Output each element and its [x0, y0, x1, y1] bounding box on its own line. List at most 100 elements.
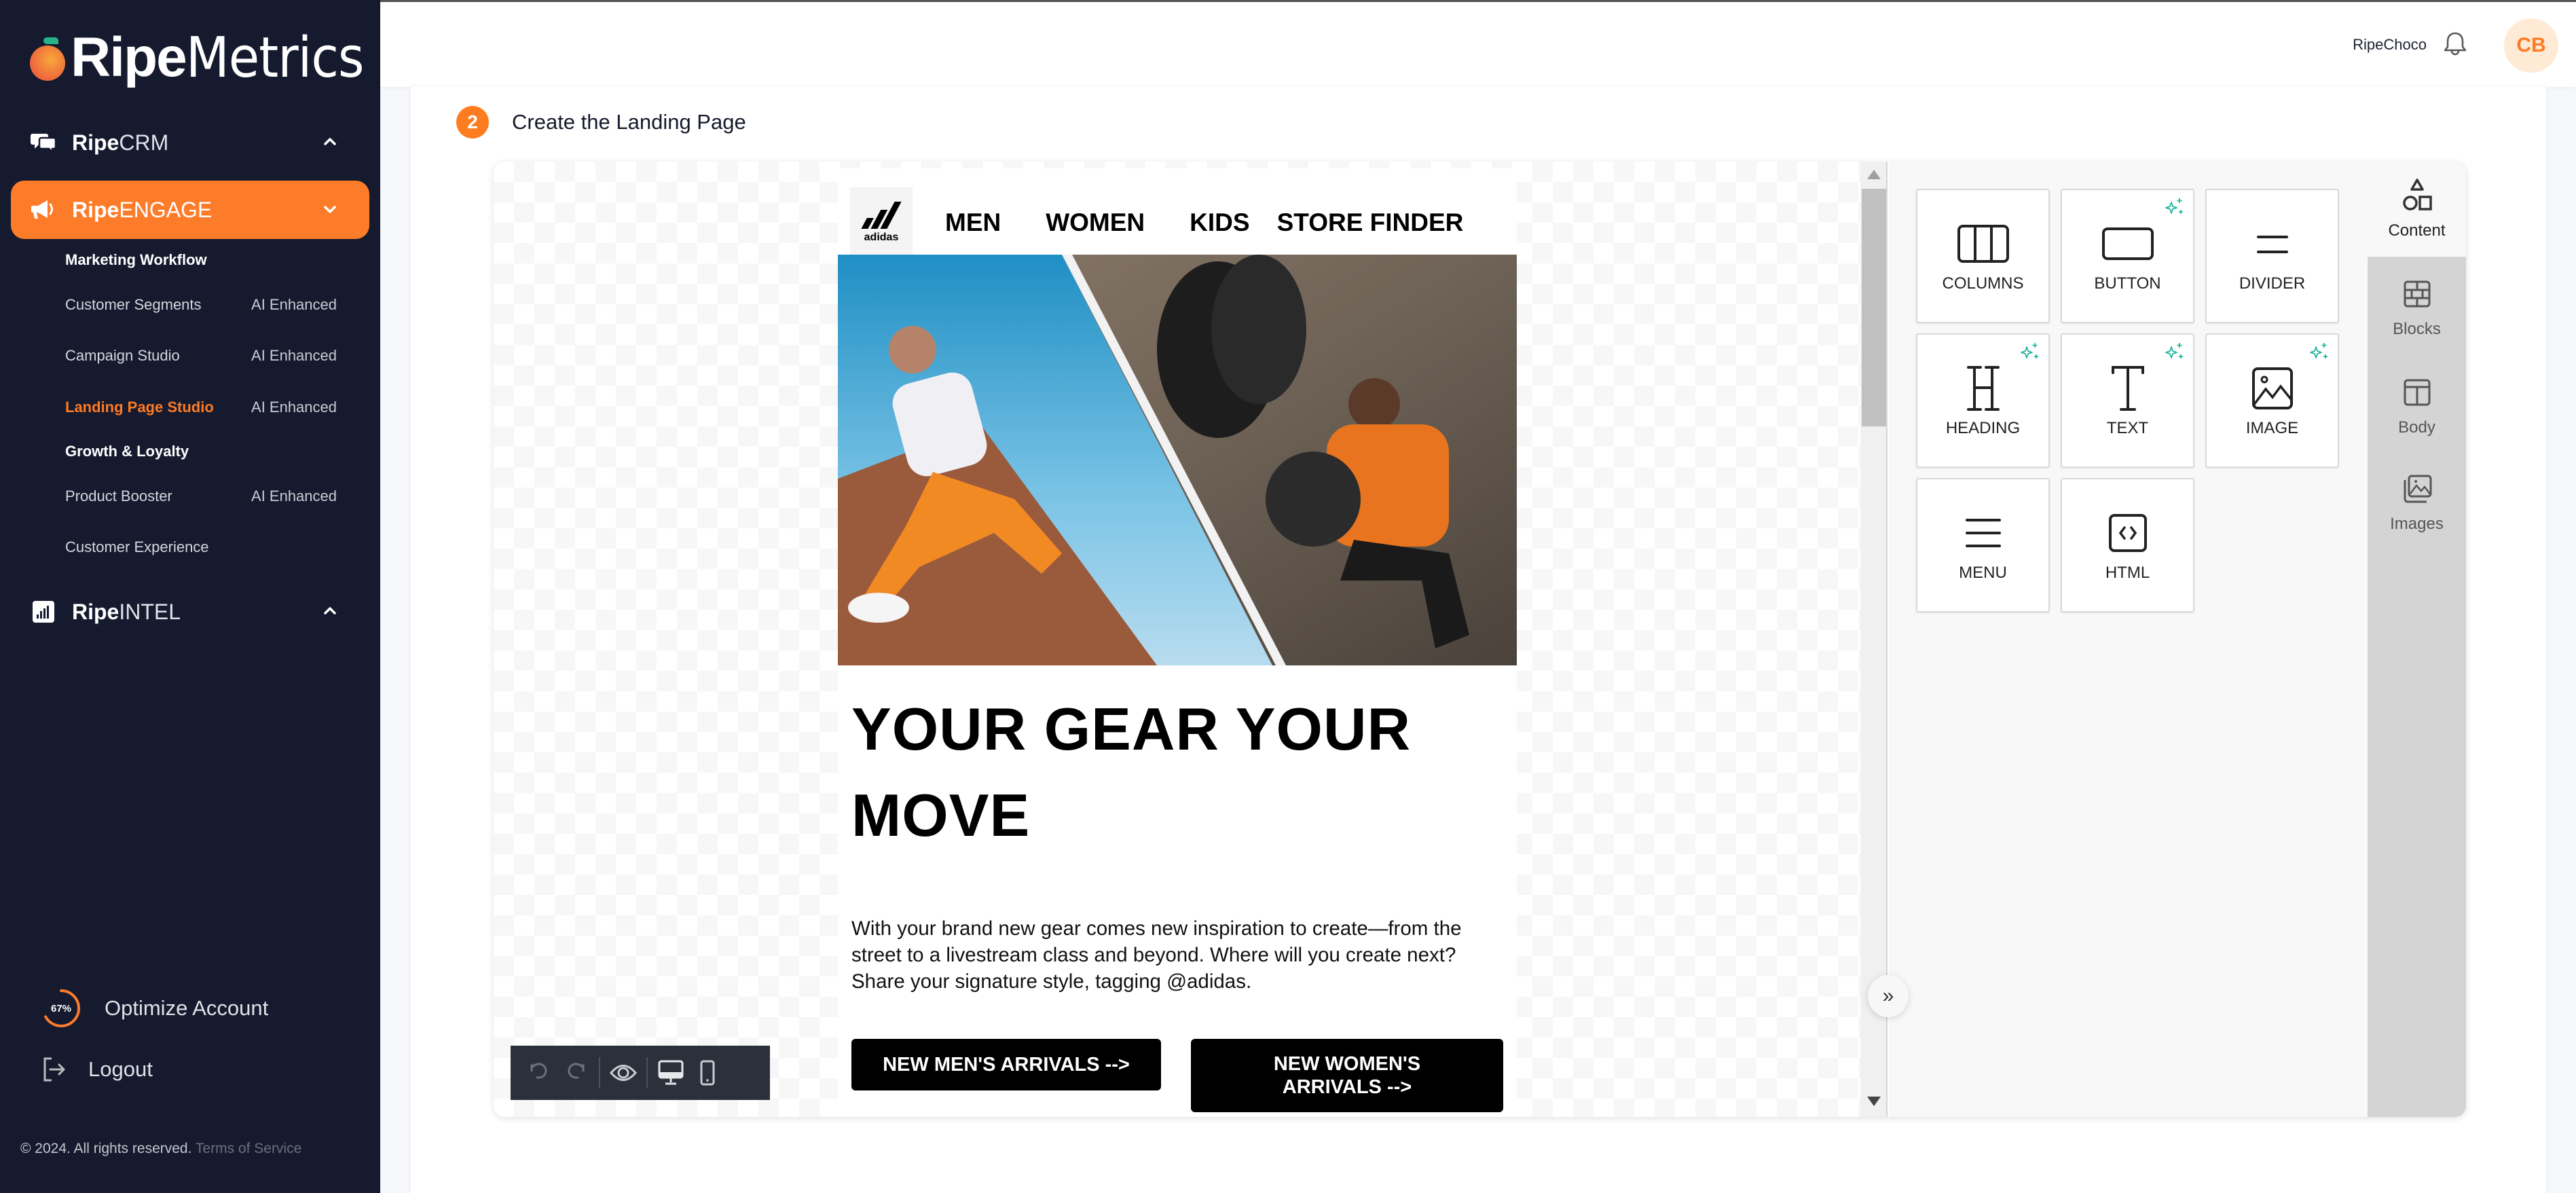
sidebar-item-label: Landing Page Studio: [65, 399, 214, 416]
logout-icon: [43, 1057, 65, 1082]
sidebar-group-title: RipeCRM: [72, 130, 169, 155]
tool-label: TEXT: [2106, 419, 2149, 437]
step-header: 2 Create the Landing Page: [456, 106, 746, 139]
tool-button[interactable]: BUTTON: [2061, 189, 2194, 323]
ripemetrics-logo[interactable]: Ripe Metrics: [30, 25, 383, 90]
hero-image[interactable]: [838, 255, 1517, 665]
tab-label: Body: [2398, 418, 2435, 437]
optimize-account-label: Optimize Account: [105, 996, 269, 1020]
landing-page-preview: adidas MEN WOMEN KIDS STORE FINDER YOUR …: [838, 168, 1517, 1117]
progress-percent: 67%: [50, 1002, 72, 1014]
tool-label: IMAGE: [2245, 419, 2299, 437]
sidebar-group-ripeintel[interactable]: RipeINTEL: [11, 583, 369, 641]
app-root: Ripe Metrics RipeCRM RipeENGAGE Marketin…: [0, 0, 2576, 1193]
sidebar-group-ripecrm[interactable]: RipeCRM: [11, 113, 369, 172]
tab-label: Content: [2388, 221, 2446, 240]
ai-enhanced-tag: AI Enhanced: [251, 296, 337, 313]
editor-tab-rail: Content Blocks Body Images: [2368, 162, 2466, 1117]
tool-label: MENU: [1959, 564, 2007, 582]
tab-body[interactable]: Body: [2368, 359, 2466, 454]
double-chevron-right-icon: »: [1882, 985, 1894, 1007]
columns-icon: [1953, 220, 2014, 268]
lp-navbar[interactable]: adidas MEN WOMEN KIDS STORE FINDER: [838, 187, 1517, 258]
bell-icon[interactable]: [2440, 29, 2470, 59]
mobile-icon[interactable]: [693, 1058, 722, 1088]
lp-button-mens-arrivals[interactable]: NEW MEN'S ARRIVALS -->: [851, 1039, 1161, 1090]
collapse-panel-button[interactable]: »: [1868, 975, 1909, 1017]
peach-logo-icon: [30, 37, 68, 81]
chat-bubbles-icon: [30, 129, 57, 156]
lp-button-womens-arrivals[interactable]: NEW WOMEN'S ARRIVALS -->: [1191, 1039, 1503, 1112]
blocks-icon: [2398, 275, 2436, 313]
tool-label: HEADING: [1945, 419, 2021, 437]
images-icon: [2398, 470, 2436, 508]
tool-columns[interactable]: COLUMNS: [1916, 189, 2050, 323]
toolbar-divider: [646, 1057, 648, 1088]
editor-canvas[interactable]: adidas MEN WOMEN KIDS STORE FINDER YOUR …: [494, 162, 1860, 1117]
lp-nav-store-finder[interactable]: STORE FINDER: [1277, 208, 1464, 237]
megaphone-icon: [30, 196, 57, 223]
logout-link[interactable]: Logout: [41, 1056, 153, 1083]
active-tab-pointer: [2359, 194, 2368, 216]
adidas-logo[interactable]: adidas: [850, 187, 913, 258]
scrollbar-thumb[interactable]: [1862, 189, 1886, 426]
sidebar-item-product-booster[interactable]: Product Booster AI Enhanced: [65, 488, 337, 505]
lp-body-text[interactable]: With your brand new gear comes new inspi…: [851, 915, 1476, 995]
desktop-icon[interactable]: [656, 1058, 686, 1088]
chevron-down-icon[interactable]: [320, 200, 339, 219]
tab-blocks[interactable]: Blocks: [2368, 260, 2466, 355]
lp-nav-kids[interactable]: KIDS: [1190, 208, 1249, 237]
terms-of-service-link[interactable]: Terms of Service: [196, 1141, 301, 1156]
body-layout-icon: [2398, 373, 2436, 411]
image-icon: [2242, 365, 2303, 412]
tool-divider[interactable]: DIVIDER: [2205, 189, 2339, 323]
sidebar-item-customer-segments[interactable]: Customer Segments AI Enhanced: [65, 296, 337, 314]
tool-heading[interactable]: HEADING: [1916, 333, 2050, 468]
content-tools-panel: COLUMNS BUTTON DIVIDER HEADING TEXT IMAGE MENU…: [1889, 162, 2368, 1117]
bar-chart-icon: [30, 598, 57, 625]
logo-metrics-text: Metrics: [185, 25, 364, 90]
lp-heading[interactable]: YOUR GEAR YOUR MOVE: [851, 686, 1503, 858]
ai-enhanced-tag: AI Enhanced: [251, 399, 337, 416]
ai-sparkle-icon: [2020, 342, 2040, 362]
tab-content[interactable]: Content: [2368, 162, 2466, 257]
landing-page-editor: adidas MEN WOMEN KIDS STORE FINDER YOUR …: [494, 162, 2466, 1117]
tab-images[interactable]: Images: [2368, 455, 2466, 550]
tool-menu[interactable]: MENU: [1916, 478, 2050, 612]
tool-image[interactable]: IMAGE: [2205, 333, 2339, 468]
optimize-progress-ring: 67%: [41, 988, 81, 1029]
sidebar-item-customer-experience[interactable]: Customer Experience: [65, 538, 337, 556]
redo-icon[interactable]: [561, 1058, 591, 1088]
account-name[interactable]: RipeChoco: [2353, 36, 2427, 54]
user-avatar[interactable]: CB: [2504, 18, 2558, 73]
sidebar-item-campaign-studio[interactable]: Campaign Studio AI Enhanced: [65, 347, 337, 365]
scroll-up-arrow-icon[interactable]: [1867, 170, 1881, 179]
canvas-scrollbar[interactable]: [1860, 162, 1888, 1117]
button-icon: [2097, 220, 2158, 268]
sidebar-section-marketing-workflow: Marketing Workflow: [65, 251, 207, 268]
tool-html[interactable]: HTML: [2061, 478, 2194, 612]
sidebar-item-label: Customer Segments: [65, 296, 202, 313]
lp-nav-men[interactable]: MEN: [945, 208, 1001, 237]
adidas-stripes-icon: [861, 202, 902, 229]
optimize-account-link[interactable]: 67% Optimize Account: [41, 988, 268, 1029]
ai-sparkle-icon: [2309, 342, 2330, 362]
sidebar-item-landing-page-studio[interactable]: Landing Page Studio AI Enhanced: [65, 399, 337, 416]
sidebar-group-ripeengage[interactable]: RipeENGAGE: [11, 181, 369, 239]
tab-label: Images: [2390, 515, 2444, 533]
lp-nav-women[interactable]: WOMEN: [1046, 208, 1145, 237]
scroll-down-arrow-icon[interactable]: [1867, 1097, 1881, 1106]
sidebar-section-growth-loyalty: Growth & Loyalty: [65, 443, 189, 460]
sidebar-item-label: Campaign Studio: [65, 347, 180, 364]
tool-text[interactable]: TEXT: [2061, 333, 2194, 468]
undo-icon[interactable]: [524, 1058, 554, 1088]
chevron-up-icon[interactable]: [320, 132, 339, 151]
sidebar-group-title: RipeENGAGE: [72, 197, 213, 222]
copyright-footer: © 2024. All rights reserved. Terms of Se…: [20, 1141, 301, 1157]
ai-sparkle-icon: [2165, 197, 2185, 217]
chevron-up-icon[interactable]: [320, 602, 339, 621]
copyright-text: © 2024. All rights reserved.: [20, 1141, 192, 1156]
logo-ripe-text: Ripe: [71, 26, 187, 88]
eye-icon[interactable]: [608, 1058, 638, 1088]
top-header: RipeChoco CB: [380, 0, 2576, 87]
